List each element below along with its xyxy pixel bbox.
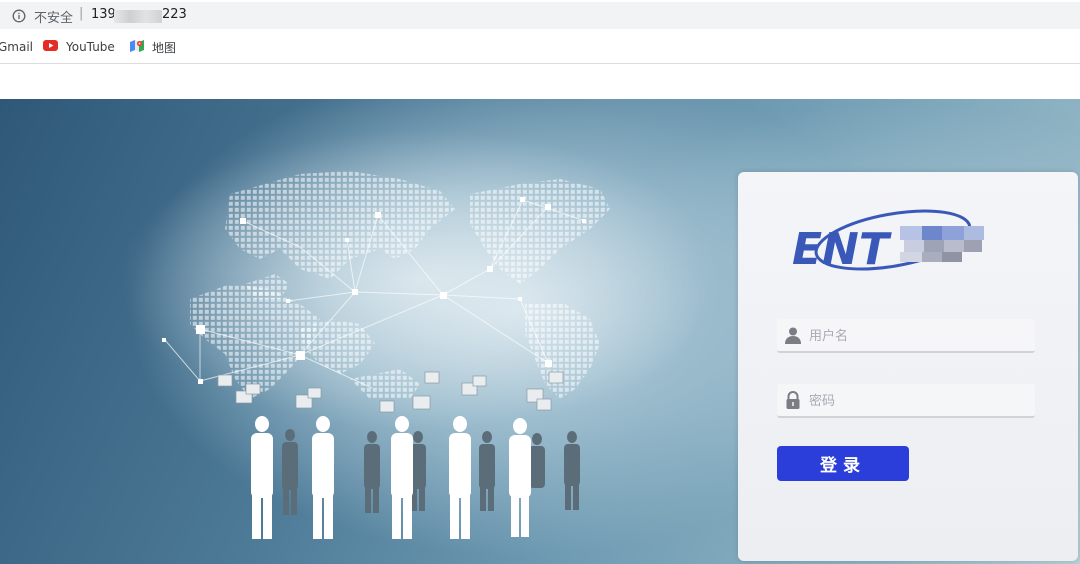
separator: | [79,6,84,21]
brand-logo: ENT [792,209,984,275]
url-text-suffix[interactable]: 223 [162,7,187,22]
bookmark-label: YouTube [66,40,115,54]
url-redacted-block [114,10,162,23]
login-button[interactable]: 登录 [777,446,909,481]
bookmark-maps[interactable]: 地图 [130,38,176,56]
bookmark-gmail[interactable]: Gmail [0,38,33,56]
page-content: ENT 用户名 登录 [0,64,1080,564]
address-bar[interactable]: 不安全 | 139 223 [0,2,1080,29]
security-status-label[interactable]: 不安全 [34,7,73,26]
bookmark-youtube[interactable]: YouTube [43,38,115,56]
maps-icon [130,39,144,56]
password-input[interactable] [807,387,1031,415]
bookmarks-bar: Gmail YouTube 地图 [0,35,1080,59]
logo-text: ENT [792,224,892,275]
bookmark-label: 地图 [152,40,177,55]
hero-banner: ENT 用户名 登录 [0,99,1080,564]
lock-icon [786,390,800,409]
world-network-illustration [120,129,720,539]
info-circle-icon[interactable] [12,9,26,23]
username-input[interactable] [807,322,1031,350]
user-icon [785,327,801,344]
url-text-prefix[interactable]: 139 [91,7,116,22]
people-silhouettes [251,416,580,539]
youtube-icon [43,40,58,54]
username-field[interactable] [777,319,1035,353]
logo-redacted-block [900,226,984,262]
password-field[interactable] [777,384,1035,418]
bookmark-label: Gmail [0,40,34,54]
login-card: ENT 用户名 登录 [738,172,1078,561]
browser-chrome: 不安全 | 139 223 Gmail YouTube 地图 [0,0,1080,64]
